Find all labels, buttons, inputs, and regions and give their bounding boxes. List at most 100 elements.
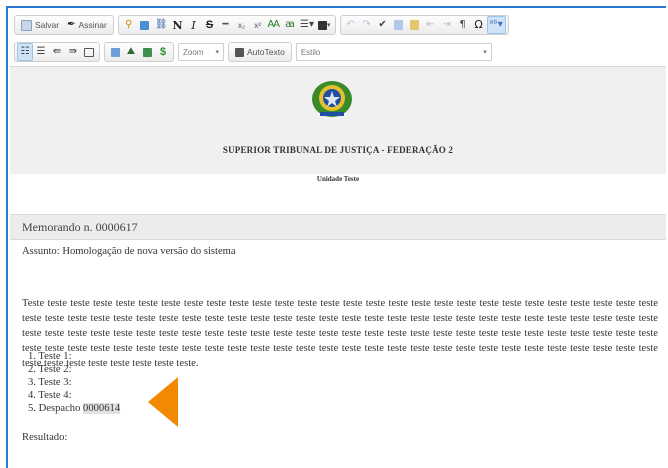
bullet-list-icon: ☰ [36, 46, 46, 57]
spreadsheet-icon [142, 47, 152, 57]
currency-button[interactable]: $ [155, 43, 171, 61]
list-item: 2. Teste 2: [28, 364, 72, 375]
horizontal-rule-icon: ━ [222, 19, 229, 30]
subscript-button[interactable]: x₂ [234, 16, 250, 34]
autotext-icon [235, 47, 244, 57]
list-item: 3. Teste 3: [28, 377, 72, 388]
decrease-indent-icon: ⇚ [52, 46, 62, 57]
style-select[interactable]: Estilo ▾ [295, 43, 492, 61]
decrease-indent-button[interactable]: ⇚ [49, 43, 65, 61]
bold-icon: N [172, 18, 183, 32]
result-label: Resultado: [22, 432, 68, 443]
paste-word-button[interactable] [407, 16, 423, 34]
editor-frame: Salvar ✒ Assinar ⚲ ⛓ N I S ━ x₂ x² Ꜳ ꜳ ☰… [6, 6, 666, 468]
text-color-button[interactable]: ▾ [316, 16, 333, 34]
pen-icon: ✒ [67, 19, 76, 30]
redo-icon: ↷ [362, 19, 371, 30]
line-height-button[interactable]: ☰▾ [298, 16, 316, 34]
list-item: 5. Despacho 0000614 [28, 403, 121, 414]
indent-icon: ⇥ [442, 19, 451, 30]
link-icon: ⛓ [154, 19, 168, 30]
font-size-up-button[interactable]: Ꜳ [266, 16, 283, 34]
table-button[interactable] [107, 43, 123, 61]
process-reference-link[interactable]: 0000614 [83, 403, 121, 414]
redo-button[interactable]: ↷ [359, 16, 375, 34]
table-icon [110, 47, 120, 57]
strikethrough-icon: S [205, 19, 214, 31]
paste-icon [394, 20, 404, 30]
replace-icon [140, 20, 150, 30]
bullet-list-button[interactable]: ☰ [33, 43, 49, 61]
paragraph-mark-button[interactable]: ¶ [455, 16, 471, 34]
subscript-icon: x₂ [237, 20, 246, 30]
link-button[interactable]: ⛓ [153, 16, 170, 34]
special-char-button[interactable]: Ω [471, 16, 487, 34]
undo-button[interactable]: ↶ [343, 16, 359, 34]
unit-name: Unidade Teste [316, 175, 360, 183]
superscript-button[interactable]: x² [250, 16, 266, 34]
chevron-down-icon: ▾ [215, 48, 219, 56]
coat-of-arms-icon [312, 81, 352, 117]
style-label: Estilo [300, 47, 321, 57]
text-color-icon [318, 20, 328, 30]
subject-line: Assunto: Homologação de nova versão do s… [22, 246, 236, 257]
dollar-icon: $ [159, 46, 167, 58]
list-group: ☷ ☰ ⇚ ⇛ [14, 42, 100, 62]
outdent-icon: ⇤ [426, 19, 435, 30]
paste-word-icon [410, 20, 420, 30]
toolbar-row-2: ☷ ☰ ⇚ ⇛ ⛰ $ Zoom ▾ AutoTexto Estilo ▾ [14, 41, 496, 63]
bold-button[interactable]: N [170, 16, 186, 34]
search-icon: ⚲ [125, 19, 133, 30]
text-size-icon: Ꜳ [267, 19, 281, 30]
increase-indent-button[interactable]: ⇛ [65, 43, 81, 61]
superscript-icon: x² [254, 20, 261, 30]
paste-button[interactable] [391, 16, 407, 34]
chevron-down-icon: ▾ [327, 21, 331, 29]
spreadsheet-button[interactable] [139, 43, 155, 61]
strike-button[interactable]: S [202, 16, 218, 34]
spellcheck-icon: ✔ [378, 19, 387, 30]
spellcheck-button[interactable]: ✔ [375, 16, 391, 34]
numbered-list-button[interactable]: ☷ [17, 43, 33, 61]
autotext-label: AutoTexto [247, 47, 285, 57]
blockquote-button[interactable] [81, 43, 97, 61]
italic-icon: I [191, 18, 196, 32]
memo-number: Memorando n. 0000617 [22, 219, 138, 234]
omega-icon: Ω [474, 18, 483, 31]
pilcrow-icon: ¶ [459, 19, 466, 30]
insert-group: ⛰ $ [104, 42, 174, 62]
sign-button[interactable]: ✒ Assinar [63, 16, 111, 34]
zoom-select[interactable]: Zoom ▾ [178, 43, 224, 61]
replace-button[interactable] [137, 16, 153, 34]
chevron-down-icon: ▾ [483, 48, 487, 56]
italic-button[interactable]: I [186, 16, 202, 34]
sign-label: Assinar [78, 20, 107, 30]
numbered-list: 1. Teste 1: 2. Teste 2: 3. Teste 3: 4. T… [28, 350, 121, 415]
autotext-button[interactable]: AutoTexto [231, 43, 289, 61]
editor-toolbar: Salvar ✒ Assinar ⚲ ⛓ N I S ━ x₂ x² Ꜳ ꜳ ☰… [10, 10, 662, 64]
format-group: ⚲ ⛓ N I S ━ x₂ x² Ꜳ ꜳ ☰▾ ▾ [117, 15, 336, 35]
list-item: 1. Teste 1: [28, 351, 72, 362]
line-spacing-icon: ☰▾ [300, 19, 315, 30]
file-group: Salvar ✒ Assinar [14, 15, 114, 35]
organization-name: SUPERIOR TRIBUNAL DE JUSTIÇA - FEDERAÇÃO… [222, 145, 454, 155]
find-button[interactable]: ⚲ [121, 16, 137, 34]
hr-button[interactable]: ━ [218, 16, 234, 34]
text-size-small-icon: ꜳ [285, 19, 295, 30]
undo-icon: ↶ [346, 19, 355, 30]
save-label: Salvar [35, 20, 60, 30]
list-item: 4. Teste 4: [28, 390, 72, 401]
outdent-button[interactable]: ⇤ [423, 16, 439, 34]
document-header: SUPERIOR TRIBUNAL DE JUSTIÇA - FEDERAÇÃO… [10, 66, 666, 175]
numbered-list-icon: ☷ [20, 46, 30, 57]
spell-as-you-type-button[interactable]: ᵃᵇ▾ [486, 16, 506, 34]
toolbar-row-1: Salvar ✒ Assinar ⚲ ⛓ N I S ━ x₂ x² Ꜳ ꜳ ☰… [14, 14, 513, 36]
indent-button[interactable]: ⇥ [439, 16, 455, 34]
memo-title: Memorando n. 0000617 [10, 214, 666, 240]
zoom-label: Zoom [183, 47, 204, 57]
image-icon: ⛰ [126, 46, 136, 57]
pointer-arrow-icon [148, 377, 178, 427]
font-size-down-button[interactable]: ꜳ [282, 16, 298, 34]
image-button[interactable]: ⛰ [123, 43, 139, 61]
save-button[interactable]: Salvar [17, 16, 63, 34]
